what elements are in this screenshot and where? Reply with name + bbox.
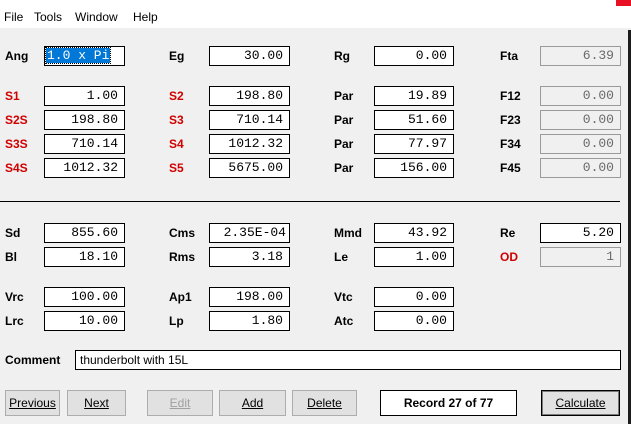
bl-field[interactable]: 18.10 bbox=[44, 247, 125, 267]
lrc-field[interactable]: 10.00 bbox=[44, 311, 125, 331]
f34-field: 0.00 bbox=[540, 134, 621, 154]
label-lp: Lp bbox=[169, 314, 184, 328]
lp-field[interactable]: 1.80 bbox=[209, 311, 290, 331]
label-ap1: Ap1 bbox=[169, 290, 192, 304]
next-button[interactable]: Next bbox=[67, 390, 126, 416]
section-divider bbox=[0, 201, 620, 202]
label-vtc: Vtc bbox=[334, 290, 353, 304]
s1-field[interactable]: 1.00 bbox=[44, 86, 125, 106]
s2-field[interactable]: 198.80 bbox=[209, 86, 290, 106]
menu-help[interactable]: Help bbox=[131, 9, 160, 25]
atc-field[interactable]: 0.00 bbox=[374, 311, 454, 331]
par2-field[interactable]: 51.60 bbox=[374, 110, 454, 130]
delete-label: Delete bbox=[307, 396, 342, 410]
edit-button[interactable]: Edit bbox=[147, 390, 213, 416]
menu-window[interactable]: Window bbox=[73, 9, 120, 25]
s3-field[interactable]: 710.14 bbox=[209, 110, 290, 130]
calculate-button[interactable]: Calculate bbox=[541, 390, 620, 416]
label-s4: S4 bbox=[169, 137, 184, 151]
f12-field: 0.00 bbox=[540, 86, 621, 106]
ang-value: 1.0 x Pi bbox=[45, 47, 112, 64]
comment-input[interactable]: thunderbolt with 15L bbox=[75, 350, 621, 370]
label-s5: S5 bbox=[169, 161, 184, 175]
f45-field: 0.00 bbox=[540, 158, 621, 178]
label-par-4: Par bbox=[334, 161, 354, 175]
label-s4s: S4S bbox=[5, 161, 28, 175]
cms-field[interactable]: 2.35E-04 bbox=[209, 223, 290, 243]
label-mmd: Mmd bbox=[334, 226, 362, 240]
rg-field[interactable]: 0.00 bbox=[374, 46, 454, 66]
label-sd: Sd bbox=[5, 226, 21, 240]
par4-field[interactable]: 156.00 bbox=[374, 158, 454, 178]
label-s3s: S3S bbox=[5, 137, 28, 151]
label-f34: F34 bbox=[500, 137, 521, 151]
s5-field[interactable]: 5675.00 bbox=[209, 158, 290, 178]
s2s-field[interactable]: 198.80 bbox=[44, 110, 125, 130]
delete-button[interactable]: Delete bbox=[292, 390, 357, 416]
s3s-field[interactable]: 710.14 bbox=[44, 134, 125, 154]
label-vrc: Vrc bbox=[5, 290, 24, 304]
label-re: Re bbox=[500, 226, 516, 240]
f23-field: 0.00 bbox=[540, 110, 621, 130]
label-le: Le bbox=[334, 250, 349, 264]
label-eg: Eg bbox=[169, 49, 185, 63]
s4s-field[interactable]: 1012.32 bbox=[44, 158, 125, 178]
label-rg: Rg bbox=[334, 49, 350, 63]
label-s1: S1 bbox=[5, 89, 20, 103]
menu-bar: File Tools Window Help bbox=[0, 6, 631, 28]
vrc-field[interactable]: 100.00 bbox=[44, 287, 125, 307]
eg-field[interactable]: 30.00 bbox=[209, 46, 290, 66]
mmd-field[interactable]: 43.92 bbox=[374, 223, 454, 243]
label-f12: F12 bbox=[500, 89, 521, 103]
label-par-2: Par bbox=[334, 113, 354, 127]
label-bl: Bl bbox=[5, 250, 17, 264]
label-atc: Atc bbox=[334, 314, 354, 328]
previous-label: Previous bbox=[9, 396, 56, 410]
edit-label: Edit bbox=[169, 396, 191, 410]
previous-button[interactable]: Previous bbox=[5, 390, 60, 416]
label-s2: S2 bbox=[169, 89, 184, 103]
label-f23: F23 bbox=[500, 113, 521, 127]
label-ang: Ang bbox=[5, 49, 29, 63]
label-lrc: Lrc bbox=[5, 314, 24, 328]
label-f45: F45 bbox=[500, 161, 521, 175]
label-s3: S3 bbox=[169, 113, 184, 127]
label-s2s: S2S bbox=[5, 113, 28, 127]
next-label: Next bbox=[84, 396, 109, 410]
label-fta: Fta bbox=[500, 49, 518, 63]
label-par-1: Par bbox=[334, 89, 354, 103]
label-cms: Cms bbox=[169, 226, 196, 240]
menu-tools[interactable]: Tools bbox=[32, 9, 64, 25]
fta-field: 6.39 bbox=[540, 46, 621, 66]
re-field[interactable]: 5.20 bbox=[540, 223, 621, 243]
od-field: 1 bbox=[540, 247, 621, 267]
par3-field[interactable]: 77.97 bbox=[374, 134, 454, 154]
calculate-label: Calculate bbox=[555, 396, 606, 410]
ap1-field[interactable]: 198.00 bbox=[209, 287, 290, 307]
record-indicator: Record 27 of 77 bbox=[380, 390, 517, 416]
rms-field[interactable]: 3.18 bbox=[209, 247, 290, 267]
par1-field[interactable]: 19.89 bbox=[374, 86, 454, 106]
le-field[interactable]: 1.00 bbox=[374, 247, 454, 267]
vtc-field[interactable]: 0.00 bbox=[374, 287, 454, 307]
label-od: OD bbox=[500, 250, 518, 264]
s4-field[interactable]: 1012.32 bbox=[209, 134, 290, 154]
label-comment: Comment bbox=[5, 353, 61, 367]
label-par-3: Par bbox=[334, 137, 354, 151]
label-rms: Rms bbox=[169, 250, 196, 264]
add-label: Add bbox=[241, 396, 264, 410]
sd-field[interactable]: 855.60 bbox=[44, 223, 125, 243]
add-button[interactable]: Add bbox=[219, 390, 286, 416]
ang-field[interactable]: 1.0 x Pi bbox=[44, 46, 125, 66]
menu-file[interactable]: File bbox=[2, 9, 25, 25]
